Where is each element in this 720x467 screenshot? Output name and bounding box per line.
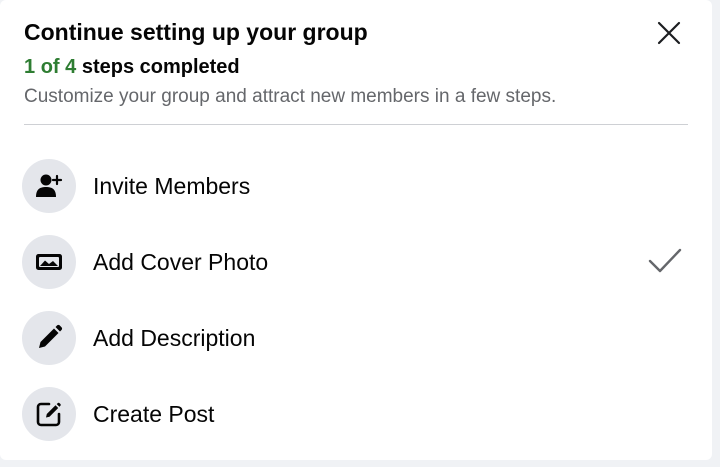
progress-of-word: of [40, 56, 60, 78]
header-divider [24, 124, 688, 125]
progress-total-count: 4 [65, 56, 77, 78]
step-icon-circle [22, 311, 76, 365]
step-label: Add Cover Photo [93, 248, 269, 275]
step-label: Create Post [93, 400, 215, 427]
step-create-post[interactable]: Create Post [22, 376, 688, 452]
progress-text: 1 of 4 steps completed [24, 54, 688, 80]
card-header: Continue setting up your group 1 of 4 st… [24, 16, 688, 110]
step-label: Add Description [93, 324, 256, 351]
step-invite-members[interactable]: Invite Members [22, 148, 688, 224]
step-icon-circle [22, 159, 76, 213]
edit-post-icon [36, 402, 61, 427]
steps-list: Invite Members Add Cover Photo Add Descr… [22, 148, 688, 452]
close-icon [657, 21, 681, 45]
step-icon-circle [22, 387, 76, 441]
card-subtitle: Customize your group and attract new mem… [24, 86, 557, 107]
cover-photo-icon [36, 254, 62, 270]
close-button[interactable] [656, 20, 682, 46]
pencil-icon [39, 324, 63, 348]
checkmark-icon [648, 248, 682, 273]
step-add-description[interactable]: Add Description [22, 300, 688, 376]
step-icon-circle [22, 235, 76, 289]
progress-done-count: 1 [24, 56, 36, 78]
group-setup-card: Continue setting up your group 1 of 4 st… [0, 0, 712, 460]
progress-suffix: steps completed [81, 56, 240, 78]
step-add-cover-photo[interactable]: Add Cover Photo [22, 224, 688, 300]
step-label: Invite Members [93, 172, 251, 199]
add-person-icon [36, 174, 63, 197]
card-title: Continue setting up your group [24, 19, 368, 45]
